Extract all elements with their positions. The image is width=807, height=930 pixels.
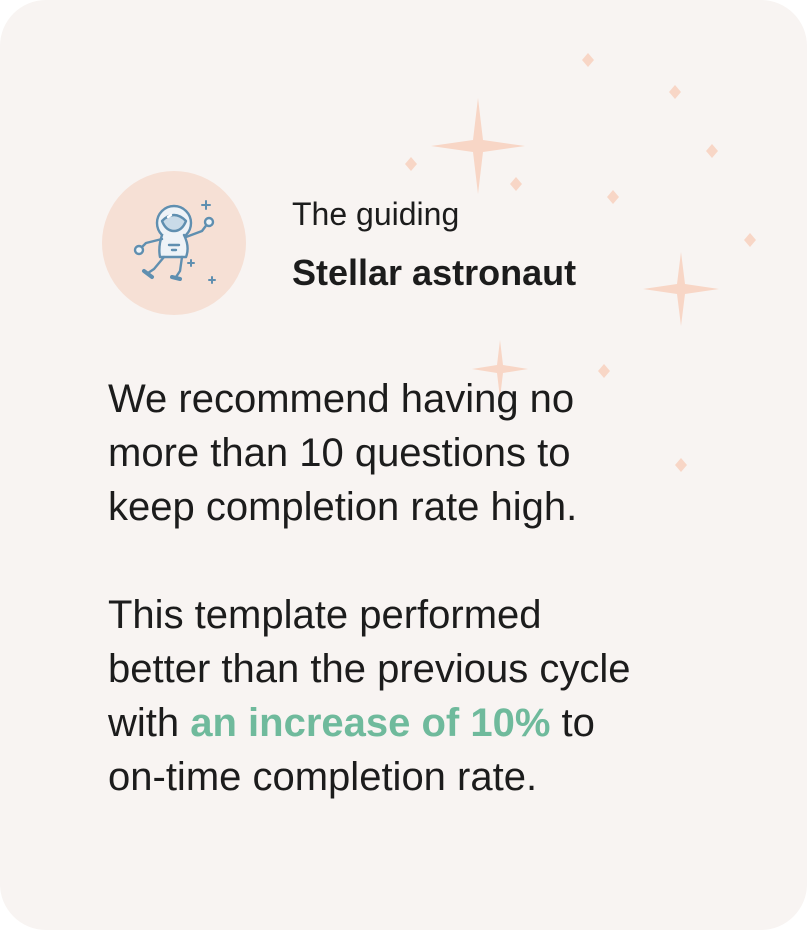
- astronaut-icon: [133, 200, 216, 284]
- plus-sparkle-icon: [208, 276, 216, 284]
- diamond-sparkle-icon: [582, 53, 594, 67]
- performance-text: This template performed better than the …: [108, 588, 728, 804]
- plus-sparkle-icon: [201, 200, 211, 210]
- performance-suffix: to: [550, 701, 595, 745]
- role-title: Stellar astronaut: [292, 252, 577, 293]
- recommendation-line: We recommend having no: [108, 377, 575, 421]
- performance-prefix: with: [108, 701, 191, 745]
- diamond-sparkle-icon: [510, 177, 522, 191]
- diamond-sparkle-icon: [706, 144, 718, 158]
- recommendation-line: more than 10 questions to: [108, 431, 571, 475]
- performance-line: This template performed: [108, 593, 542, 637]
- diamond-sparkle-icon: [669, 85, 681, 99]
- performance-line: with an increase of 10% to: [108, 696, 728, 750]
- recommendation-text: We recommend having no more than 10 ques…: [108, 372, 728, 534]
- large-star-sparkle-icon: [431, 98, 525, 194]
- recommendation-line: keep completion rate high.: [108, 485, 578, 529]
- role-subtitle: The guiding: [292, 196, 460, 232]
- plus-sparkle-icon: [187, 259, 195, 267]
- increase-highlight: an increase of 10%: [190, 701, 551, 745]
- performance-line: better than the previous cycle: [108, 647, 631, 691]
- large-star-sparkle-icon: [643, 252, 719, 326]
- performance-line: on-time completion rate.: [108, 755, 538, 799]
- insight-card: The guiding Stellar astronaut We recomme…: [0, 0, 807, 930]
- astronaut-avatar: [102, 171, 246, 315]
- diamond-sparkle-icon: [744, 233, 756, 247]
- diamond-sparkle-icon: [607, 190, 619, 204]
- diamond-sparkle-icon: [405, 157, 417, 171]
